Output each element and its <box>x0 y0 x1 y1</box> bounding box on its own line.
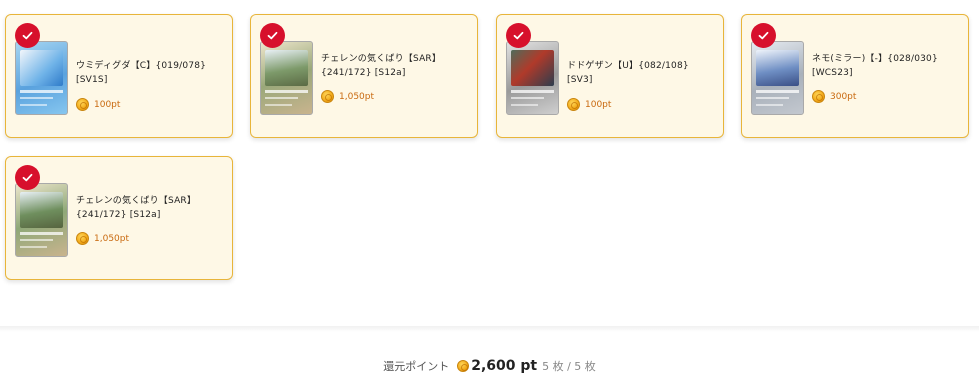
card-points: 1,050pt <box>94 233 130 244</box>
card-name: ウミディグダ【C】{019/078} [SV1S] <box>76 61 207 85</box>
card-points: 100pt <box>585 99 612 110</box>
card-name: ドドゲザン【U】{082/108} [SV3] <box>567 61 689 85</box>
checkmark-icon[interactable] <box>506 23 531 48</box>
card-points: 300pt <box>830 91 857 102</box>
coin-icon <box>76 98 89 111</box>
card-item[interactable]: ドドゲザン【U】{082/108} [SV3] 100pt <box>496 14 724 138</box>
points-total: 2,600 pt <box>471 358 538 374</box>
coin-icon <box>76 232 89 245</box>
card-points: 1,050pt <box>339 91 375 102</box>
card-item[interactable]: チェレンの気くばり【SAR】{241/172} [S12a] 1,050pt <box>5 156 233 280</box>
checkmark-icon[interactable] <box>15 165 40 190</box>
card-name: ネモ(ミラー)【-】{028/030} [WCS23] <box>812 54 938 78</box>
card-item[interactable]: ネモ(ミラー)【-】{028/030} [WCS23] 300pt <box>741 14 969 138</box>
coin-icon <box>567 98 580 111</box>
coin-icon <box>457 360 470 372</box>
checkmark-icon[interactable] <box>751 23 776 48</box>
card-name: チェレンの気くばり【SAR】{241/172} [S12a] <box>76 196 197 220</box>
card-thumbnail <box>15 183 68 257</box>
checkmark-icon[interactable] <box>15 23 40 48</box>
checkmark-icon[interactable] <box>260 23 285 48</box>
points-label: 還元ポイント <box>383 360 450 373</box>
footer-divider <box>0 326 979 332</box>
card-thumbnail <box>506 41 559 115</box>
card-name: チェレンの気くばり【SAR】{241/172} [S12a] <box>321 54 442 78</box>
selected-cards-grid: ウミディグダ【C】{019/078} [SV1S] 100pt チェレンの気くば… <box>0 0 979 330</box>
card-thumbnail <box>15 41 68 115</box>
card-item[interactable]: チェレンの気くばり【SAR】{241/172} [S12a] 1,050pt <box>250 14 478 138</box>
card-count: 5 枚 / 5 枚 <box>542 360 596 373</box>
coin-icon <box>321 90 334 103</box>
card-item[interactable]: ウミディグダ【C】{019/078} [SV1S] 100pt <box>5 14 233 138</box>
points-summary-bar: 還元ポイント 2,600 pt 5 枚 / 5 枚 <box>0 354 979 378</box>
card-points: 100pt <box>94 99 121 110</box>
card-thumbnail <box>260 41 313 115</box>
card-thumbnail <box>751 41 804 115</box>
coin-icon <box>812 90 825 103</box>
